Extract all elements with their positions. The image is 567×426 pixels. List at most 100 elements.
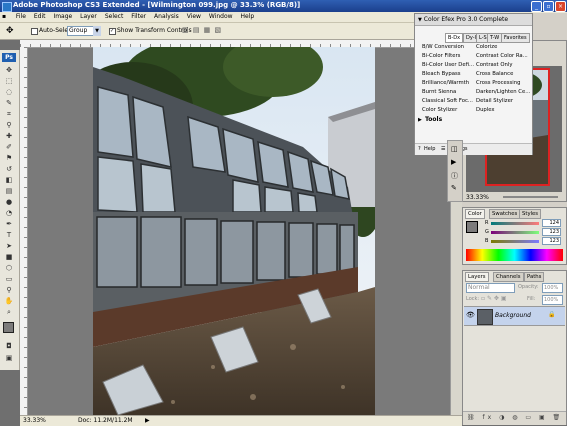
filter-contrast-color-range[interactable]: Contrast Color Ra...	[476, 52, 528, 60]
filter-bw-conversion[interactable]: B/W Conversion	[422, 43, 464, 51]
align-buttons-group[interactable]: ▥ ▤ ▦ ▧	[182, 26, 222, 34]
blend-mode-dropdown[interactable]: Normal	[466, 283, 515, 293]
dodge-tool-icon[interactable]: ◔	[4, 209, 14, 217]
marquee-tool-icon[interactable]: ⬚	[4, 77, 14, 85]
history-panel-icon[interactable]: ◫	[451, 145, 458, 153]
close-button[interactable]: ×	[555, 1, 566, 12]
settings-icon[interactable]: ☰	[441, 146, 445, 152]
crop-tool-icon[interactable]: ⌗	[4, 110, 14, 118]
filter-bleach-bypass[interactable]: Bleach Bypass	[422, 70, 460, 78]
screen-mode-icon[interactable]: ▣	[4, 354, 14, 362]
document-menu-icon[interactable]: ▪	[0, 12, 11, 22]
pen-tool-icon[interactable]: ✒	[4, 220, 14, 228]
red-slider[interactable]	[491, 222, 539, 225]
blue-slider[interactable]	[491, 240, 539, 243]
help-icon[interactable]: ?	[418, 146, 421, 152]
auto-select-checkbox[interactable]	[31, 28, 38, 35]
eyedropper-tool-icon[interactable]: ⚲	[4, 121, 14, 129]
info-panel-icon[interactable]: ⓘ	[451, 171, 458, 181]
filter-colorize[interactable]: Colorize	[476, 43, 497, 51]
filter-bi-color-filters[interactable]: Bi-Color Filters	[422, 52, 460, 60]
menu-window[interactable]: Window	[206, 12, 236, 22]
eyedropper-sample-tool-icon[interactable]: ⚲	[4, 286, 14, 294]
auto-select-value: Group	[69, 27, 88, 34]
quick-selection-tool-icon[interactable]: ✎	[4, 99, 14, 107]
filter-cross-balance[interactable]: Cross Balance	[476, 70, 513, 78]
menu-help[interactable]: Help	[237, 12, 257, 22]
tab-t-w[interactable]: T-W	[487, 33, 503, 43]
path-selection-tool-icon[interactable]: ➤	[4, 242, 14, 250]
3d-tool-icon[interactable]: ⬡	[4, 264, 14, 272]
type-tool-icon[interactable]: T	[4, 231, 14, 239]
blue-value-field[interactable]: 123	[542, 237, 561, 245]
layers-footer-buttons[interactable]: ⛓ fx ◑ ◍ ▭ ▣ 🗑	[467, 414, 563, 421]
filter-burnt-sienna[interactable]: Burnt Sienna	[422, 88, 456, 96]
filter-cross-processing[interactable]: Cross Processing	[476, 79, 521, 87]
filter-detail-stylizer[interactable]: Detail Stylizer	[476, 97, 513, 105]
menu-image[interactable]: Image	[50, 12, 75, 22]
menu-filter[interactable]: Filter	[128, 12, 149, 22]
maximize-button[interactable]: ▫	[543, 1, 554, 12]
layer-name[interactable]: Background	[495, 312, 531, 319]
filter-classical-soft-focus[interactable]: Classical Soft Foc...	[422, 97, 473, 105]
green-slider[interactable]	[491, 231, 539, 234]
healing-brush-tool-icon[interactable]: ✚	[4, 132, 14, 140]
menu-select[interactable]: Select	[102, 12, 127, 22]
navigator-zoom-value[interactable]: 33.33%	[466, 194, 489, 201]
help-link[interactable]: Help	[424, 146, 435, 152]
tools-section-label[interactable]: Tools	[425, 116, 442, 123]
tab-styles[interactable]: Styles	[519, 209, 542, 219]
clone-stamp-tool-icon[interactable]: ⚑	[4, 154, 14, 162]
lock-buttons[interactable]: ▫ ✎ ✥ ▣	[481, 295, 507, 302]
tab-favorites[interactable]: Favorites	[501, 33, 530, 43]
tab-paths[interactable]: Paths	[524, 272, 545, 282]
eraser-tool-icon[interactable]: ◧	[4, 176, 14, 184]
zoom-tool-icon[interactable]: ⌕	[4, 308, 14, 316]
hand-tool-icon[interactable]: ✋	[4, 297, 14, 305]
menu-view[interactable]: View	[184, 12, 204, 22]
fill-field[interactable]: 100%	[542, 295, 563, 305]
shape-tool-icon[interactable]: ■	[4, 253, 14, 261]
menu-edit[interactable]: Edit	[31, 12, 49, 22]
collapse-arrow-icon[interactable]: ▼	[418, 17, 422, 23]
navigator-zoom-slider[interactable]	[503, 196, 558, 198]
layer-visibility-eye-icon[interactable]: 👁	[466, 311, 475, 319]
green-value-field[interactable]: 123	[542, 228, 561, 236]
foreground-color-swatch[interactable]	[3, 322, 14, 333]
tab-layers[interactable]: Layers	[465, 272, 489, 282]
red-value-field[interactable]: 124	[542, 219, 561, 227]
brush-tool-icon[interactable]: ✐	[4, 143, 14, 151]
opacity-field[interactable]: 100%	[542, 283, 563, 293]
blur-tool-icon[interactable]: ●	[4, 198, 14, 206]
quick-mask-icon[interactable]: ◘	[4, 342, 14, 350]
filter-color-stylizer[interactable]: Color Stylizer	[422, 106, 457, 114]
move-tool-icon[interactable]: ✥	[4, 66, 14, 74]
menu-layer[interactable]: Layer	[77, 12, 100, 22]
color-spectrum-ramp[interactable]	[466, 249, 563, 261]
filter-contrast-only[interactable]: Contrast Only	[476, 61, 512, 69]
filter-bi-color-user-defined[interactable]: Bi-Color User Defi...	[422, 61, 474, 69]
tab-channels[interactable]: Channels	[493, 272, 524, 282]
lasso-tool-icon[interactable]: ◌	[4, 88, 14, 96]
actions-panel-icon[interactable]: ▶	[451, 158, 456, 166]
tools-expand-arrow-icon[interactable]: ▶	[418, 117, 422, 123]
filter-brilliance-warmth[interactable]: Brilliance/Warmth	[422, 79, 469, 87]
filter-duplex[interactable]: Duplex	[476, 106, 495, 114]
menu-file[interactable]: File	[13, 12, 29, 22]
history-brush-tool-icon[interactable]: ↺	[4, 165, 14, 173]
greenhouse-photo[interactable]	[93, 47, 375, 415]
minimize-button[interactable]: _	[531, 1, 542, 12]
tab-color[interactable]: Color	[465, 209, 485, 219]
tab-b-dx[interactable]: B-Dx	[445, 33, 464, 43]
notes-tool-icon[interactable]: ▭	[4, 275, 14, 283]
filter-darken-lighten-center[interactable]: Darken/Lighten Ce...	[476, 88, 530, 96]
tab-swatches[interactable]: Swatches	[489, 209, 521, 219]
menu-analysis[interactable]: Analysis	[151, 12, 182, 22]
show-transform-checkbox[interactable]: ✓	[109, 28, 116, 35]
brushes-panel-icon[interactable]: ✎	[451, 184, 457, 192]
color-foreground-swatch[interactable]	[466, 221, 478, 233]
move-tool-icon[interactable]: ✥	[6, 26, 14, 36]
layer-row-background[interactable]: 👁 Background 🔒	[464, 306, 565, 326]
gradient-tool-icon[interactable]: ▤	[4, 187, 14, 195]
chevron-down-icon[interactable]: ▼	[93, 26, 101, 36]
